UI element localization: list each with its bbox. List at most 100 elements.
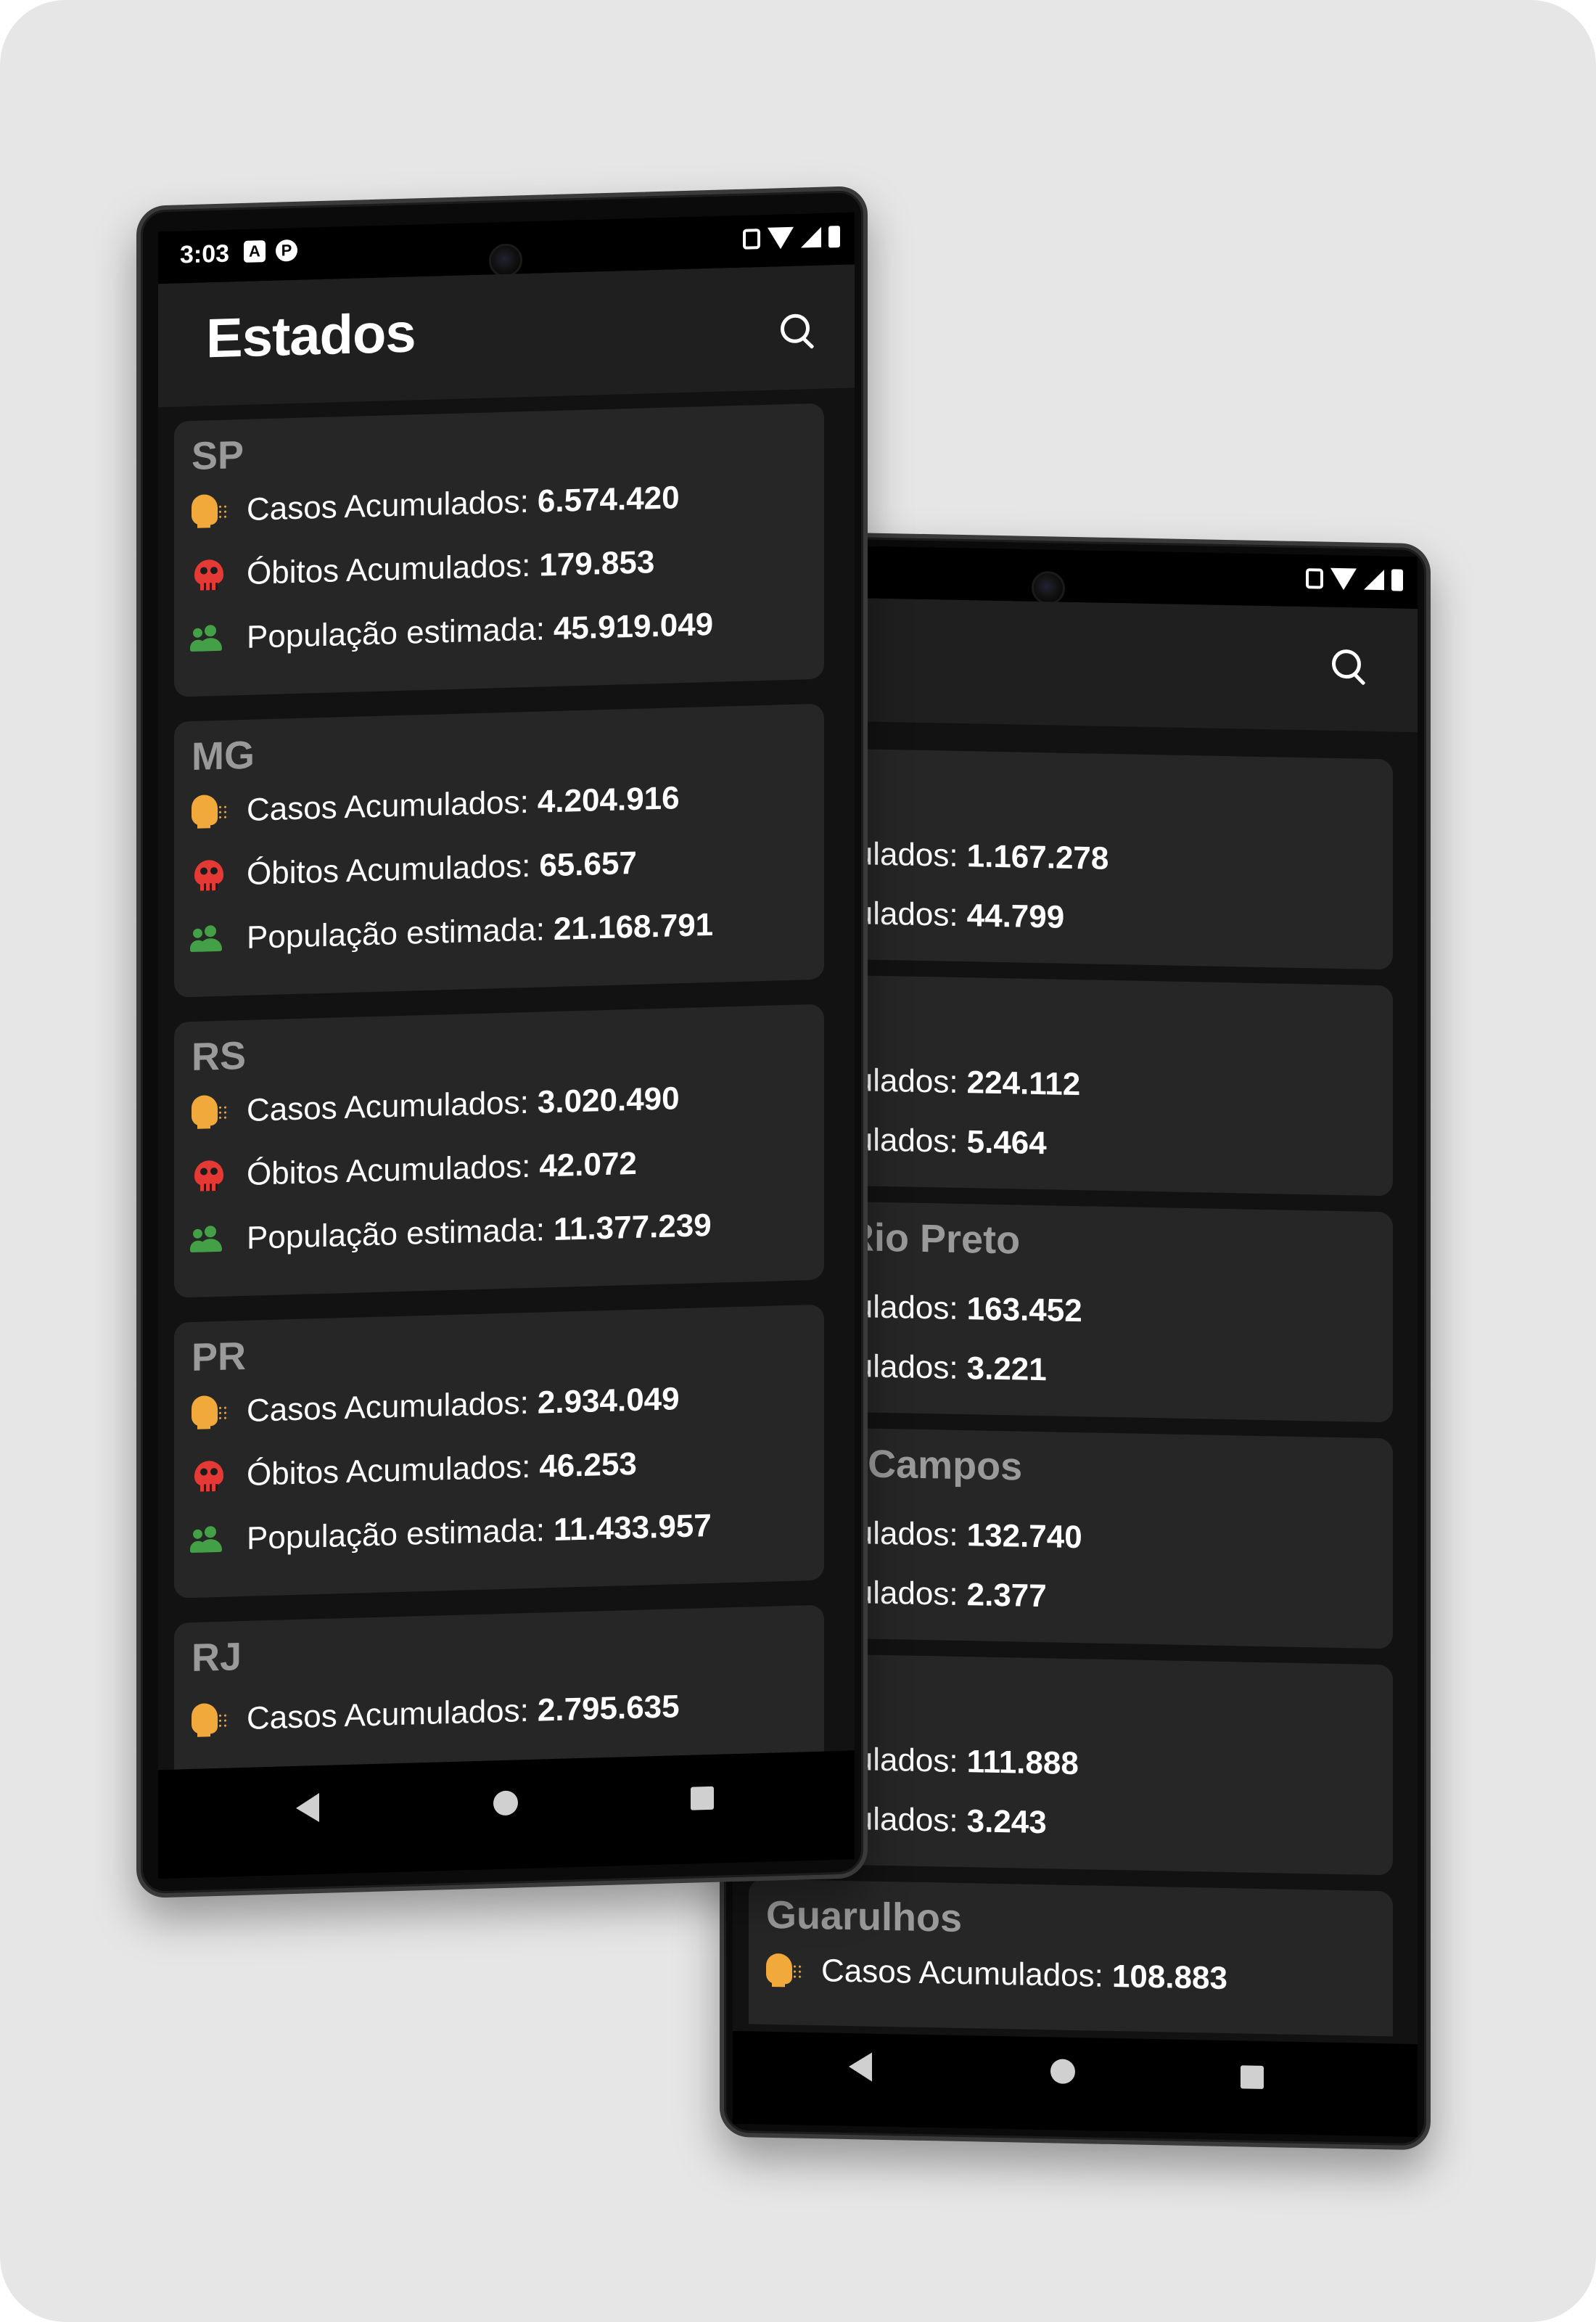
vibrate-icon [743, 229, 760, 250]
cases-value: 132.740 [966, 1517, 1082, 1556]
deaths-value: 3.221 [966, 1350, 1047, 1388]
people-icon [190, 920, 231, 958]
cases-label: Casos Acumulados: [247, 1692, 529, 1736]
cases-label: Casos Acumulados: [247, 1384, 529, 1429]
population-row: População estimada: 45.919.049 [190, 607, 713, 657]
cases-row: Casos Acumulados: 4.204.916 [190, 780, 680, 830]
population-label: População estimada: [247, 1212, 545, 1256]
people-icon [190, 1221, 231, 1258]
navigation-bar [158, 1750, 855, 1879]
skull-icon [190, 1457, 231, 1495]
cases-row: Casos Acumulados: 6.574.420 [190, 480, 680, 530]
cases-value: 111.888 [966, 1744, 1079, 1782]
list-item[interactable]: MG Casos Acumulados: 4.204.916 Óbitos Ac… [174, 703, 824, 998]
cases-label: Casos Acumulados: [247, 784, 529, 828]
cases-value: 3.020.490 [537, 1080, 680, 1120]
deaths-label: Óbitos Acumulados: [247, 1148, 531, 1192]
coughing-head-icon [190, 1093, 231, 1131]
coughing-head-icon [190, 1393, 231, 1431]
card-title: Guarulhos [766, 1892, 963, 1941]
deaths-value: 3.243 [966, 1803, 1047, 1841]
status-icons [1306, 567, 1403, 591]
deaths-value: 5.464 [966, 1124, 1047, 1162]
cases-row: Casos Acumulados: 2.795.635 [190, 1689, 680, 1739]
status-time: 3:03 [180, 239, 230, 269]
notification-a-icon: A [244, 240, 266, 263]
deaths-value: 65.657 [539, 845, 637, 884]
cases-value: 1.167.278 [966, 838, 1109, 877]
coughing-head-icon [190, 792, 231, 830]
recents-nav-icon[interactable] [1241, 2065, 1264, 2089]
phone-front: 3:03 A P Estados SP Casos Acumulados: 6.… [136, 185, 868, 1899]
skull-icon [190, 856, 231, 894]
population-label: População estimada: [247, 1512, 545, 1556]
deaths-value: 2.377 [966, 1577, 1047, 1615]
list-item[interactable]: PR Casos Acumulados: 2.934.049 Óbitos Ac… [174, 1304, 824, 1599]
coughing-head-icon [190, 1701, 231, 1739]
battery-icon [828, 225, 840, 248]
wifi-icon [768, 226, 794, 250]
battery-icon [1391, 569, 1403, 591]
back-nav-icon[interactable] [849, 2052, 872, 2082]
app-bar: Estados [158, 264, 855, 408]
cases-value: 163.452 [966, 1291, 1082, 1329]
deaths-label: Óbitos Acumulados: [247, 848, 531, 892]
cases-value: 2.934.049 [537, 1381, 680, 1421]
cell-signal-icon [1364, 569, 1384, 591]
deaths-row: Óbitos Acumulados: 65.657 [190, 845, 637, 894]
cases-value: 4.204.916 [537, 780, 680, 820]
wifi-icon [1330, 567, 1357, 591]
list-item[interactable]: SP Casos Acumulados: 6.574.420 Óbitos Ac… [174, 403, 824, 697]
cases-row: Casos Acumulados: 108.883 [765, 1952, 1227, 1997]
list-item[interactable]: RS Casos Acumulados: 3.020.490 Óbitos Ac… [174, 1004, 824, 1298]
notification-p-icon: P [276, 239, 297, 262]
home-nav-icon[interactable] [1050, 2059, 1075, 2084]
back-nav-icon[interactable] [296, 1793, 319, 1823]
people-icon [190, 1521, 231, 1559]
cases-label: Casos Acumulados: [247, 1084, 529, 1128]
card-title: SP [192, 432, 244, 478]
list-item[interactable]: Guarulhos Casos Acumulados: 108.883 [749, 1879, 1393, 2037]
population-value: 11.377.239 [553, 1207, 712, 1248]
recents-nav-icon[interactable] [691, 1786, 714, 1810]
card-title: PR [192, 1334, 247, 1379]
population-label: População estimada: [247, 611, 545, 655]
deaths-row: Óbitos Acumulados: 46.253 [190, 1446, 637, 1495]
people-icon [190, 620, 231, 657]
front-camera [489, 243, 522, 278]
cases-value: 6.574.420 [537, 480, 680, 520]
deaths-label: Óbitos Acumulados: [247, 547, 531, 591]
cases-value: 224.112 [966, 1064, 1081, 1103]
home-nav-icon[interactable] [493, 1790, 518, 1816]
population-row: População estimada: 11.377.239 [190, 1207, 712, 1258]
deaths-value: 44.799 [966, 898, 1065, 935]
deaths-row: Óbitos Acumulados: 179.853 [190, 544, 654, 594]
cases-label: Casos Acumulados: [247, 483, 529, 528]
navigation-bar [733, 2030, 1418, 2138]
cases-value: 2.795.635 [537, 1689, 680, 1728]
front-camera [1032, 570, 1065, 605]
search-icon[interactable] [1328, 645, 1371, 689]
card-title: RS [192, 1033, 247, 1079]
cases-label: Casos Acumulados: [821, 1953, 1103, 1994]
deaths-value: 179.853 [539, 544, 655, 583]
deaths-label: Óbitos Acumulados: [247, 1448, 531, 1493]
front-screen: 3:03 A P Estados SP Casos Acumulados: 6.… [158, 212, 855, 1879]
card-title: MG [192, 733, 255, 779]
card-title: RJ [192, 1635, 242, 1680]
status-icons [743, 225, 840, 250]
skull-icon [190, 556, 231, 594]
population-row: População estimada: 21.168.791 [190, 907, 713, 958]
cases-row: Casos Acumulados: 3.020.490 [190, 1080, 680, 1131]
population-row: População estimada: 11.433.957 [190, 1508, 712, 1559]
cases-value: 108.883 [1111, 1958, 1227, 1997]
population-value: 21.168.791 [553, 906, 714, 948]
deaths-value: 42.072 [539, 1145, 637, 1184]
vibrate-icon [1306, 568, 1323, 589]
population-value: 45.919.049 [553, 606, 714, 647]
search-icon[interactable] [776, 309, 820, 354]
page-title: Estados [206, 302, 416, 370]
cases-row: Casos Acumulados: 2.934.049 [190, 1381, 680, 1431]
cell-signal-icon [801, 226, 821, 248]
deaths-value: 46.253 [539, 1445, 637, 1485]
